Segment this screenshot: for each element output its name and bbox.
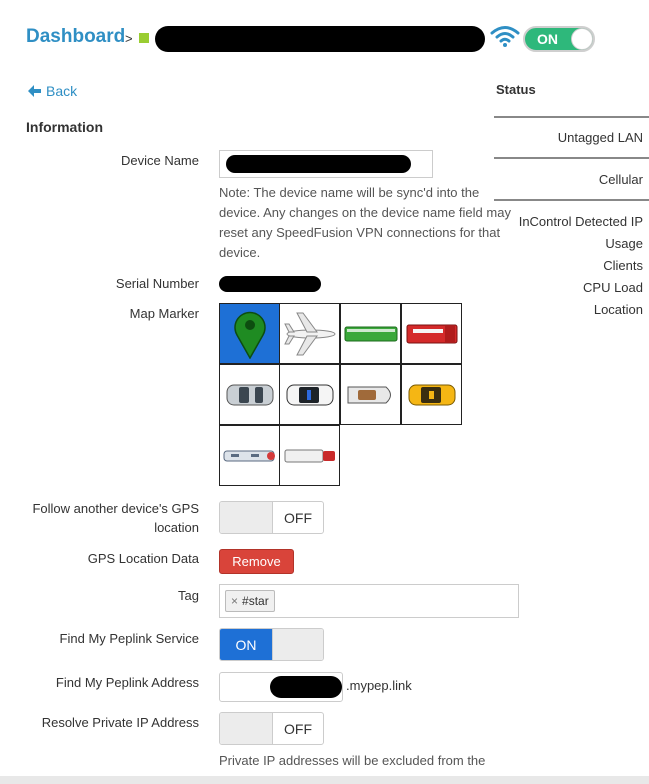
device-enable-toggle[interactable]: ON <box>523 26 595 52</box>
redacted-device-name <box>226 155 411 173</box>
toggle-knob <box>272 629 323 660</box>
tag-chip-label: #star <box>242 594 269 608</box>
status-item-clients: Clients <box>603 258 643 273</box>
serial-number-label: Serial Number <box>115 276 199 291</box>
toggle-state-label: ON <box>537 31 558 47</box>
find-peplink-service-label: Find My Peplink Service <box>59 631 199 646</box>
resolve-private-ip-label: Resolve Private IP Address <box>41 715 199 730</box>
map-marker-car[interactable] <box>219 364 280 425</box>
breadcrumb-separator: > <box>125 31 133 46</box>
train-icon <box>223 450 275 461</box>
find-peplink-service-state: ON <box>220 629 272 660</box>
taxi-icon <box>408 384 455 405</box>
status-item-location: Location <box>593 302 643 317</box>
remove-gps-data-button[interactable]: Remove <box>219 549 294 574</box>
follow-gps-toggle[interactable]: OFF <box>219 501 324 534</box>
map-marker-truck[interactable] <box>279 425 340 486</box>
map-marker-fire-truck[interactable] <box>401 303 462 364</box>
find-peplink-address-label: Find My Peplink Address <box>55 675 199 690</box>
tag-input[interactable]: × #star <box>219 584 519 618</box>
toggle-knob <box>220 713 273 744</box>
status-divider <box>494 199 649 201</box>
map-marker-taxi[interactable] <box>401 364 462 425</box>
redacted-serial-number <box>219 276 321 292</box>
status-item-incontrol-ip: InControl Detected IP <box>518 214 643 229</box>
bus-icon <box>344 326 397 341</box>
map-marker-label: Map Marker <box>129 306 199 321</box>
truck-icon <box>284 449 335 462</box>
toggle-knob <box>571 28 593 50</box>
find-peplink-address-input[interactable] <box>219 672 343 702</box>
section-title: Information <box>26 119 103 135</box>
back-arrow-icon <box>28 85 41 97</box>
toggle-knob <box>220 502 273 533</box>
map-marker-train[interactable] <box>219 425 280 486</box>
location-pin-icon <box>233 311 266 359</box>
map-marker-airplane[interactable] <box>279 303 340 364</box>
redacted-peplink-address <box>270 676 342 698</box>
tag-label: Tag <box>178 588 199 603</box>
map-marker-boat[interactable] <box>340 364 401 425</box>
follow-gps-label: Follow another device's GPS location <box>32 501 199 535</box>
peplink-domain-suffix: .mypep.link <box>346 678 412 693</box>
fire-truck-icon <box>406 324 457 343</box>
redacted-device-title <box>155 26 485 52</box>
gps-location-data-label: GPS Location Data <box>87 551 199 566</box>
status-item-cpu-load: CPU Load <box>583 280 643 295</box>
back-link[interactable]: Back <box>28 83 77 99</box>
back-label: Back <box>46 83 78 99</box>
status-divider <box>494 116 649 118</box>
resolve-private-ip-state: OFF <box>284 720 312 737</box>
breadcrumb-dashboard-link[interactable]: Dashboard <box>26 26 125 48</box>
police-car-icon <box>286 384 333 405</box>
map-marker-bus[interactable] <box>340 303 401 364</box>
horizontal-scrollbar[interactable] <box>0 776 649 784</box>
wifi-icon <box>490 24 520 48</box>
map-marker-pin[interactable] <box>219 303 280 364</box>
device-name-note: Note: The device name will be sync'd int… <box>219 185 511 260</box>
status-item-usage: Usage <box>605 236 643 251</box>
tag-remove-icon[interactable]: × <box>231 594 238 608</box>
resolve-private-ip-toggle[interactable]: OFF <box>219 712 324 745</box>
resolve-private-ip-note: Private IP addresses will be excluded fr… <box>219 753 486 768</box>
status-item-untagged-lan: Untagged LAN <box>557 130 643 145</box>
status-item-cellular: Cellular <box>598 172 643 187</box>
map-marker-police-car[interactable] <box>279 364 340 425</box>
boat-icon <box>347 386 391 403</box>
follow-gps-state: OFF <box>284 509 312 526</box>
device-name-label: Device Name <box>120 153 199 168</box>
status-panel-title: Status <box>496 82 536 97</box>
tag-chip: × #star <box>225 590 275 612</box>
car-icon <box>226 384 273 405</box>
map-marker-grid <box>219 303 464 487</box>
find-peplink-service-toggle[interactable]: ON <box>219 628 324 661</box>
status-divider <box>494 157 649 159</box>
airplane-icon <box>283 312 335 355</box>
device-name-input[interactable] <box>219 150 433 178</box>
device-status-indicator <box>139 33 149 43</box>
